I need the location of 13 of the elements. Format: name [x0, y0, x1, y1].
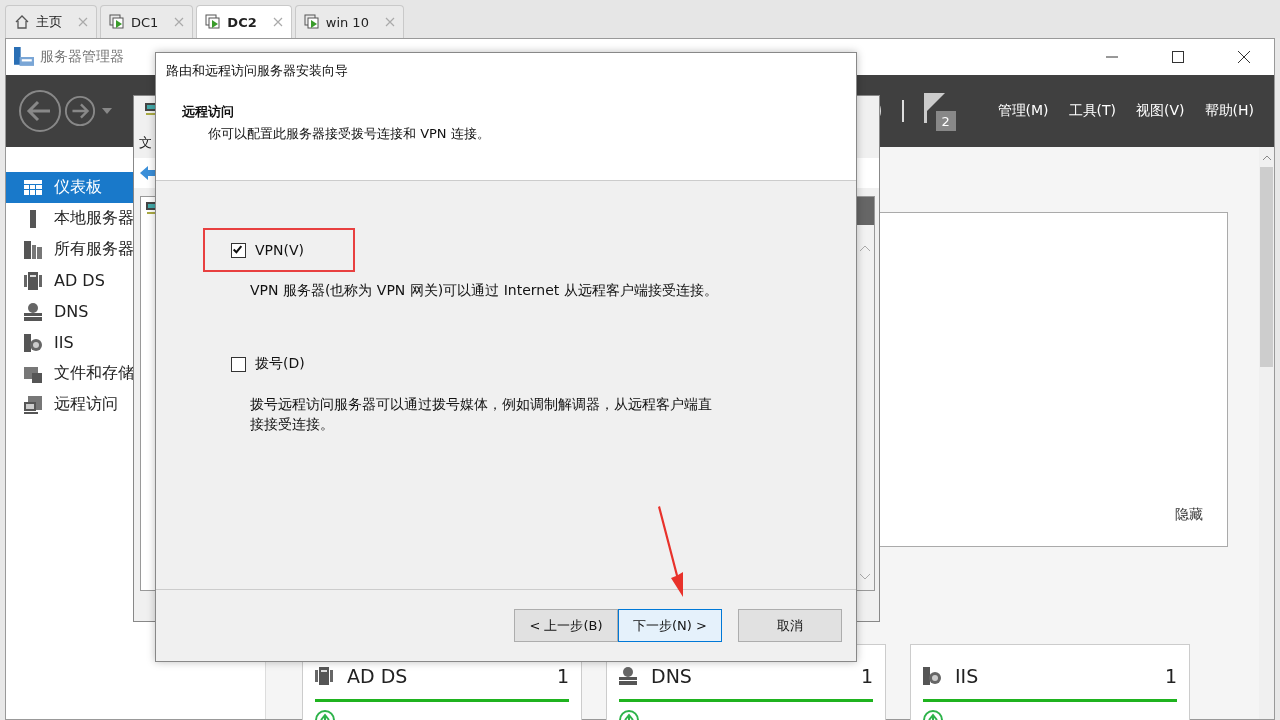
page-subtitle: 你可以配置此服务器接受拨号连接和 VPN 连接。 [208, 125, 491, 143]
tile-title: IIS [955, 665, 979, 687]
tile-count: 1 [1164, 665, 1177, 687]
tile-title: DNS [651, 665, 692, 687]
dialog-title: 路由和远程访问服务器安装向导 [156, 53, 856, 89]
tile-count: 1 [860, 665, 873, 687]
option-description: 拨号远程访问服务器可以通过拨号媒体，例如调制解调器，从远程客户端直接接受连接。 [250, 395, 713, 434]
tile-count: 1 [556, 665, 569, 687]
page-heading: 远程访问 [182, 103, 235, 121]
option-description: VPN 服务器(也称为 VPN 网关)可以通过 Internet 从远程客户端接受连接。 [250, 281, 719, 300]
notification-badge: 2 [935, 111, 956, 131]
tile-title: AD DS [347, 665, 408, 687]
window-title: 服务器管理器 [40, 48, 124, 66]
